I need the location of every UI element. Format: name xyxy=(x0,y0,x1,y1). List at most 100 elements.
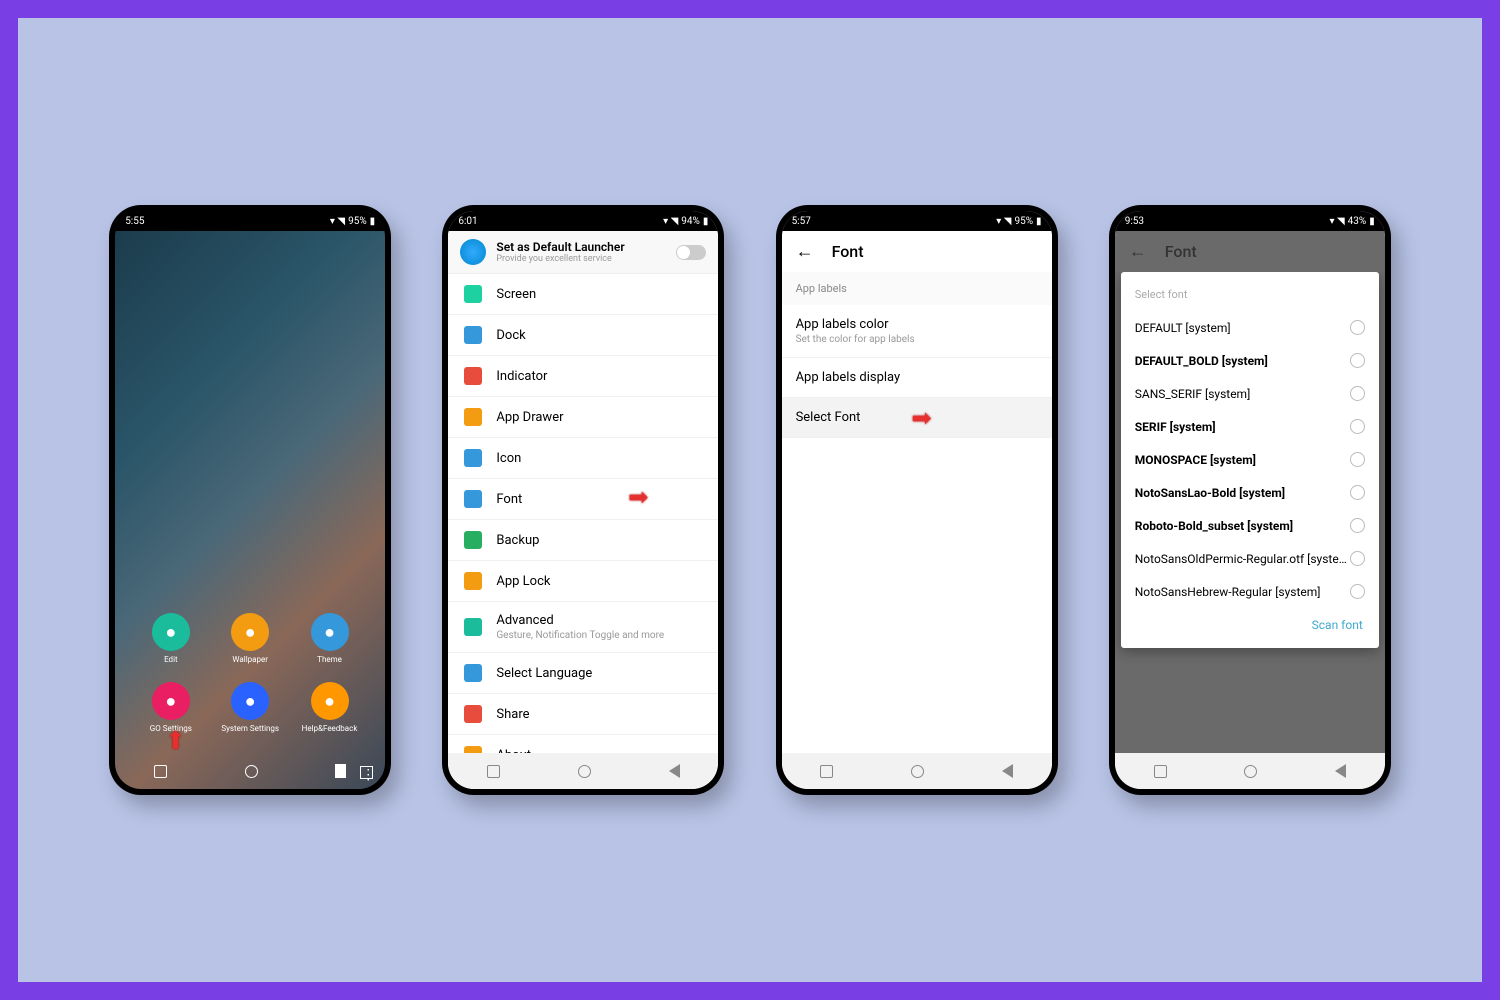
radio-button[interactable] xyxy=(1350,452,1365,467)
setting-share[interactable]: Share xyxy=(448,694,718,735)
setting-icon xyxy=(464,326,482,344)
section-header: App labels xyxy=(782,272,1052,305)
setting-label: Select Language xyxy=(496,666,592,681)
option-subtitle: Set the color for app labels xyxy=(796,334,1038,345)
setting-select-language[interactable]: Select Language xyxy=(448,653,718,694)
font-option-select-font[interactable]: Select Font➡ xyxy=(782,398,1052,438)
setting-icon[interactable]: Icon xyxy=(448,438,718,479)
radio-button[interactable] xyxy=(1350,485,1365,500)
setting-icon xyxy=(464,367,482,385)
back-icon[interactable]: ← xyxy=(1129,241,1147,262)
back-button[interactable] xyxy=(335,764,346,778)
select-font-dialog: Select font DEFAULT [system]DEFAULT_BOLD… xyxy=(1121,272,1379,648)
setting-app-lock[interactable]: App Lock xyxy=(448,561,718,602)
setting-dock[interactable]: Dock xyxy=(448,315,718,356)
arrow-icon: ➡ xyxy=(911,404,931,432)
app-icon: ● xyxy=(311,613,349,651)
font-name: SANS_SERIF [system] xyxy=(1135,387,1251,401)
radio-button[interactable] xyxy=(1350,584,1365,599)
back-button[interactable] xyxy=(1335,764,1346,778)
home-button[interactable] xyxy=(245,765,258,778)
home-button[interactable] xyxy=(1244,765,1257,778)
nav-bar[interactable]: ⋮ xyxy=(115,753,385,789)
font-choice[interactable]: Roboto-Bold_subset [system] xyxy=(1121,509,1379,542)
radio-button[interactable] xyxy=(1350,551,1365,566)
setting-icon xyxy=(464,572,482,590)
setting-indicator[interactable]: Indicator xyxy=(448,356,718,397)
setting-about[interactable]: About xyxy=(448,735,718,753)
clock: 5:55 xyxy=(125,216,144,227)
font-choice[interactable]: MONOSPACE [system] xyxy=(1121,443,1379,476)
app-edit[interactable]: ●Edit xyxy=(135,613,206,664)
status-icons: ▾ ◥ 94% ▮ xyxy=(663,216,708,227)
app-system-settings[interactable]: ● System Settings xyxy=(215,682,286,733)
back-button[interactable] xyxy=(1002,764,1013,778)
toggle-switch[interactable] xyxy=(676,245,706,260)
setting-advanced[interactable]: AdvancedGesture, Notification Toggle and… xyxy=(448,602,718,653)
setting-icon xyxy=(464,285,482,303)
status-bar: 5:57 ▾ ◥ 95% ▮ xyxy=(782,211,1052,231)
font-option-app-labels-color[interactable]: App labels colorSet the color for app la… xyxy=(782,305,1052,358)
setting-label: Indicator xyxy=(496,369,547,384)
header: ← Font xyxy=(1115,231,1385,272)
arrow-icon: ➡ xyxy=(161,730,189,750)
font-choice[interactable]: DEFAULT [system] xyxy=(1121,311,1379,344)
back-button[interactable] xyxy=(669,764,680,778)
setting-label: Advanced xyxy=(496,613,664,628)
recents-button[interactable] xyxy=(820,765,833,778)
banner-title: Set as Default Launcher xyxy=(496,240,666,254)
clock: 6:01 xyxy=(458,216,477,227)
setting-label: Font xyxy=(496,492,522,507)
setting-font[interactable]: Font➡ xyxy=(448,479,718,520)
nav-bar[interactable] xyxy=(448,753,718,789)
app-label: System Settings xyxy=(215,724,286,733)
font-choice[interactable]: DEFAULT_BOLD [system] xyxy=(1121,344,1379,377)
home-button[interactable] xyxy=(911,765,924,778)
font-choice[interactable]: NotoSansOldPermic-Regular.otf [syste… xyxy=(1121,542,1379,575)
nav-bar[interactable] xyxy=(782,753,1052,789)
recents-button[interactable] xyxy=(487,765,500,778)
setting-app-drawer[interactable]: App Drawer xyxy=(448,397,718,438)
radio-button[interactable] xyxy=(1350,353,1365,368)
app-icon: ● xyxy=(231,682,269,720)
page-title: Font xyxy=(1165,242,1197,261)
setting-screen[interactable]: Screen xyxy=(448,274,718,315)
font-name: Roboto-Bold_subset [system] xyxy=(1135,519,1293,533)
nav-bar[interactable] xyxy=(1115,753,1385,789)
scan-font-button[interactable]: Scan font xyxy=(1121,608,1379,642)
home-button[interactable] xyxy=(578,765,591,778)
setting-label: Backup xyxy=(496,533,539,548)
setting-label: About xyxy=(496,748,531,754)
app-go-settings[interactable]: ●GO Settings xyxy=(135,682,206,733)
font-name: NotoSansLao-Bold [system] xyxy=(1135,486,1285,500)
default-launcher-banner[interactable]: Set as Default Launcher Provide you exce… xyxy=(448,231,718,274)
setting-icon xyxy=(464,705,482,723)
font-choice[interactable]: SERIF [system] xyxy=(1121,410,1379,443)
font-choice[interactable]: NotoSansLao-Bold [system] xyxy=(1121,476,1379,509)
radio-button[interactable] xyxy=(1350,386,1365,401)
font-choice[interactable]: SANS_SERIF [system] xyxy=(1121,377,1379,410)
recents-button[interactable] xyxy=(1154,765,1167,778)
recents-button[interactable] xyxy=(154,765,167,778)
launcher-icon xyxy=(460,239,486,265)
back-icon[interactable]: ← xyxy=(796,241,814,262)
menu-icon[interactable]: ⋮ xyxy=(360,766,373,779)
app-help-feedback[interactable]: ●Help&Feedback xyxy=(294,682,365,733)
app-icon: ● xyxy=(311,682,349,720)
setting-icon xyxy=(464,618,482,636)
font-choice[interactable]: NotoSansHebrew-Regular [system] xyxy=(1121,575,1379,608)
app-label: Edit xyxy=(135,655,206,664)
status-icons: ▾ ◥ 95% ▮ xyxy=(996,216,1041,227)
font-option-app-labels-display[interactable]: App labels display xyxy=(782,358,1052,398)
app-wallpaper[interactable]: ●Wallpaper xyxy=(215,613,286,664)
page-title: Font xyxy=(832,242,864,261)
radio-button[interactable] xyxy=(1350,419,1365,434)
setting-label: App Lock xyxy=(496,574,550,589)
radio-button[interactable] xyxy=(1350,320,1365,335)
setting-backup[interactable]: Backup xyxy=(448,520,718,561)
app-theme[interactable]: ●Theme xyxy=(294,613,365,664)
setting-label: App Drawer xyxy=(496,410,563,425)
dialog-title: Select font xyxy=(1121,278,1379,311)
clock: 9:53 xyxy=(1125,216,1144,227)
radio-button[interactable] xyxy=(1350,518,1365,533)
